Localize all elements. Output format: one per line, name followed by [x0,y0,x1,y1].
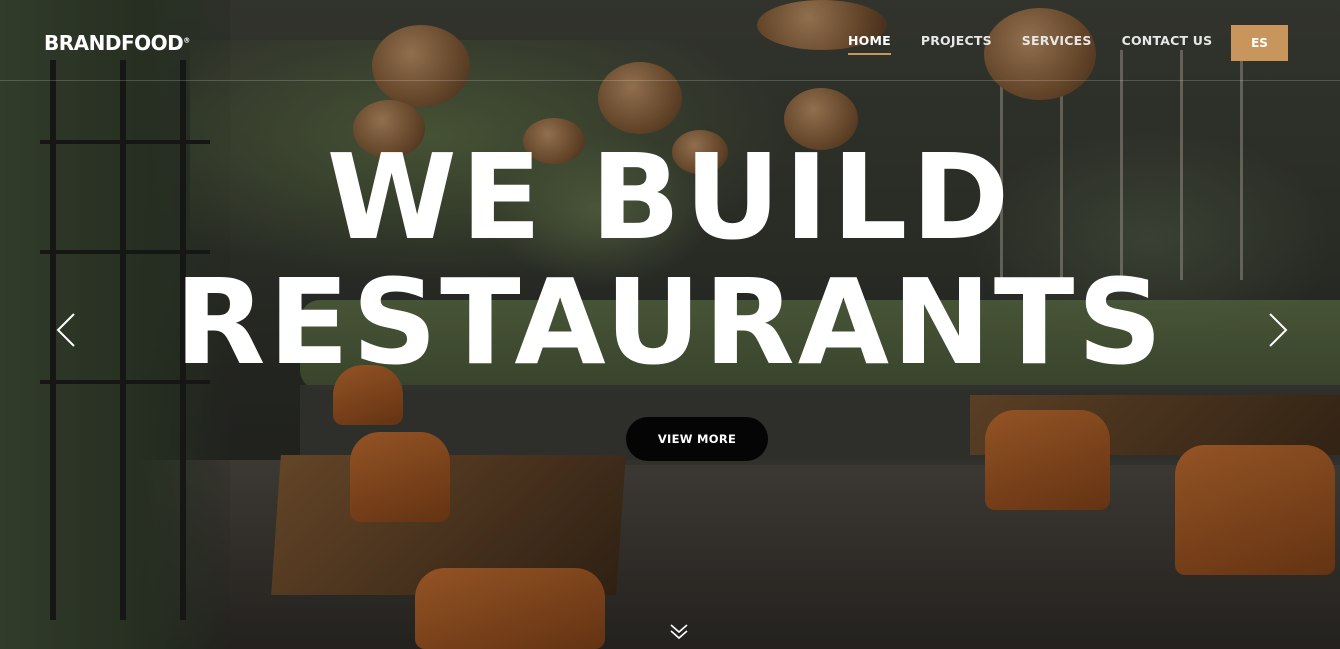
hero-headline: WE BUILD RESTAURANTS [0,135,1340,385]
brand-mark: ® [183,36,190,45]
nav-item-projects[interactable]: PROJECTS [921,33,992,55]
nav-item-services[interactable]: SERVICES [1022,33,1092,55]
main-nav: HOME PROJECTS SERVICES CONTACT US [848,33,1212,55]
nav-item-contact-us[interactable]: CONTACT US [1122,33,1213,55]
hero-section: BRANDFOOD® HOME PROJECTS SERVICES CONTAC… [0,0,1340,649]
brand-name: BRANDFOOD [44,31,184,55]
chevron-right-icon[interactable] [1266,310,1290,350]
view-more-button[interactable]: VIEW MORE [626,417,768,461]
nav-item-home[interactable]: HOME [848,33,891,55]
language-button[interactable]: ES [1231,25,1288,61]
headline-line-2: RESTAURANTS [174,253,1166,391]
brand-logo[interactable]: BRANDFOOD® [44,31,190,55]
chevron-left-icon[interactable] [54,310,78,350]
headline-line-1: WE BUILD [326,128,1014,266]
site-header: BRANDFOOD® HOME PROJECTS SERVICES CONTAC… [0,0,1340,81]
double-chevron-down-icon[interactable] [668,622,690,642]
